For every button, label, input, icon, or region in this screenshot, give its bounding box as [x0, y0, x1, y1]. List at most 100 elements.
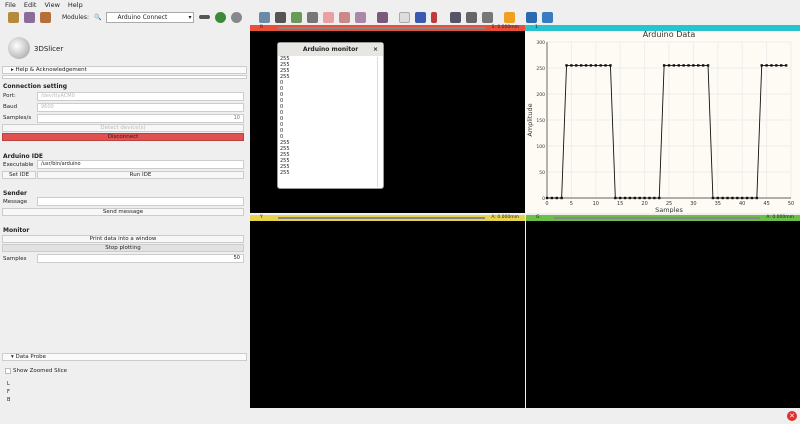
detect-devices-button[interactable]: Detect device(s): [2, 124, 244, 132]
executable-label: Executable: [3, 162, 34, 168]
send-message-button[interactable]: Send message: [2, 208, 244, 216]
data-point: [633, 196, 637, 200]
red-slice-slider[interactable]: [278, 27, 485, 29]
data-point: [555, 196, 558, 200]
fiducial-icon[interactable]: [431, 11, 438, 23]
arduino-monitor-window[interactable]: Arduino monitor × 255 255 255 255 0 0 0 0 0 0 0 0 0 0 2…: [277, 42, 384, 189]
data-point: [594, 64, 597, 67]
extension-manager-icon[interactable]: [526, 11, 538, 23]
volumes-icon[interactable]: [275, 11, 287, 23]
message-input[interactable]: [37, 197, 244, 206]
arduino-chart: 0 5 10 15 20 25 30 35 40 45 50050100150200250300Ar…: [526, 30, 794, 213]
probe-coords: L F B: [7, 380, 10, 404]
segment-icon[interactable]: [355, 11, 367, 23]
data-point: [775, 64, 778, 67]
data-point: [545, 196, 549, 200]
y-tick-label: 100: [536, 144, 545, 150]
executable-input[interactable]: /usr/bin/arduino: [37, 160, 244, 169]
data-point: [726, 196, 729, 200]
green-slice-offset: A: 0.000mm: [766, 215, 794, 220]
module-history-icon[interactable]: [199, 15, 211, 19]
capture-icon[interactable]: [482, 11, 494, 23]
baud-label: Baud: [3, 104, 18, 110]
load-data-icon[interactable]: [8, 11, 19, 23]
print-data-button[interactable]: Print data into a window: [2, 235, 244, 243]
port-select[interactable]: /dev/ttyACM0: [37, 92, 244, 101]
samples-rate-label: Samples/s: [3, 115, 32, 121]
python-icon[interactable]: [542, 11, 554, 23]
data-point: [560, 196, 563, 200]
samples-rate-input[interactable]: 10: [37, 114, 244, 123]
data-point: [687, 64, 690, 67]
load-dicom-icon[interactable]: [24, 11, 35, 23]
data-point: [638, 196, 641, 200]
layout-icon[interactable]: [377, 11, 389, 23]
monitor-titlebar[interactable]: Arduino monitor ×: [278, 43, 383, 56]
mouse-mode-icon[interactable]: [399, 11, 411, 23]
yellow-slice-offset: A: 0.000mm: [491, 215, 519, 220]
y-axis-label: Amplitude: [526, 103, 534, 136]
samples-input[interactable]: 50: [37, 254, 244, 263]
stop-plotting-button[interactable]: Stop plotting: [2, 244, 244, 252]
crosshair-color-icon[interactable]: [415, 11, 427, 23]
monitor-scrollbar[interactable]: [377, 57, 382, 187]
data-point: [682, 64, 685, 67]
modules-label: Modules:: [62, 13, 89, 21]
y-tick-label: 50: [539, 170, 545, 176]
save-icon[interactable]: [40, 11, 51, 23]
menu-help[interactable]: Help: [68, 1, 83, 9]
crosshair-icon[interactable]: [504, 11, 516, 23]
close-icon[interactable]: ×: [373, 43, 378, 56]
green-slice-controller: G A: 0.000mm: [526, 215, 800, 221]
data-point: [604, 64, 607, 67]
models-icon[interactable]: [291, 11, 303, 23]
data-point: [697, 64, 700, 67]
module-selected: Arduino Connect: [117, 13, 168, 21]
data-point: [780, 64, 783, 67]
chart-view[interactable]: 1 0 5 10 15 20 25 30 35 40 45 50 0 50 100 150 200 250 300…: [525, 25, 800, 213]
sender-title: Sender: [3, 190, 27, 197]
monitor-text[interactable]: 255 255 255 255 0 0 0 0 0 0 0 0 0 0 255 255 255 255 255 255: [278, 56, 383, 176]
search-icon[interactable]: 🔍: [94, 14, 101, 21]
disconnect-button[interactable]: Disconnect: [2, 133, 244, 141]
yellow-slice-view[interactable]: Y A: 0.000mm: [250, 215, 525, 408]
data-point: [550, 196, 554, 200]
data-probe-toggle[interactable]: ▾ Data Probe: [2, 353, 247, 361]
y-tick-label: 0: [542, 196, 545, 202]
green-slice-slider[interactable]: [554, 217, 760, 219]
app-logo-text: 3DSlicer: [34, 45, 64, 53]
back-icon[interactable]: [215, 11, 227, 23]
help-section-toggle[interactable]: ▸ Help & Acknowledgement: [2, 66, 247, 74]
error-log-icon[interactable]: ✕: [787, 411, 797, 421]
show-zoomed-checkbox[interactable]: [5, 368, 11, 374]
editor-icon[interactable]: [339, 11, 351, 23]
yellow-slice-slider[interactable]: [278, 217, 485, 219]
module-selector[interactable]: Arduino Connect ▾: [106, 11, 195, 23]
run-ide-button[interactable]: Run IDE: [37, 171, 244, 179]
x-axis-label: Samples: [655, 206, 683, 213]
data-probe-label: Data Probe: [15, 354, 46, 360]
data-point: [770, 64, 773, 67]
monitor-title-text: Arduino monitor: [302, 46, 359, 53]
data-point: [755, 196, 759, 200]
data-point: [662, 64, 666, 67]
data-point: [701, 64, 705, 67]
data-point: [711, 196, 715, 200]
forward-icon[interactable]: [231, 11, 243, 23]
baud-select[interactable]: 9600: [37, 103, 244, 112]
green-slice-view[interactable]: G A: 0.000mm: [526, 215, 800, 408]
red-slice-controller: R S: 0.000mm: [250, 25, 525, 31]
menu-view[interactable]: View: [44, 1, 59, 9]
markups-icon[interactable]: [323, 11, 335, 23]
green-view-label: G: [536, 215, 540, 220]
screenshot-icon[interactable]: [450, 11, 462, 23]
data-point: [765, 64, 768, 67]
x-tick-label: 50: [788, 201, 794, 207]
data-module-icon[interactable]: [259, 11, 271, 23]
set-ide-button[interactable]: Set IDE: [2, 171, 36, 179]
transforms-icon[interactable]: [307, 11, 319, 23]
x-tick-label: 30: [690, 201, 696, 207]
menu-edit[interactable]: Edit: [24, 1, 37, 9]
scene-view-icon[interactable]: [466, 11, 478, 23]
menu-file[interactable]: File: [5, 1, 16, 9]
